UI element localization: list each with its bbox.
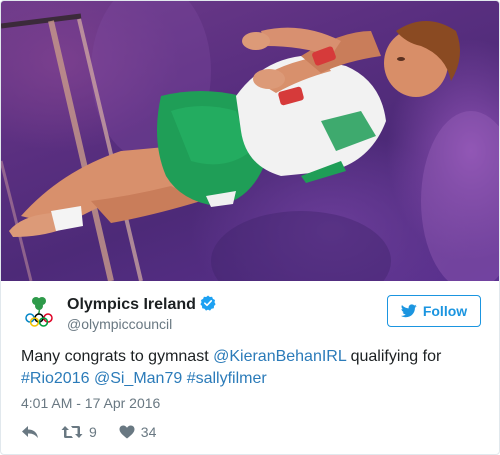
like-count: 34 bbox=[140, 424, 157, 440]
tweet-text: Many congrats to gymnast @KieranBehanIRL… bbox=[21, 346, 481, 390]
hashtag-link[interactable]: #Rio2016 bbox=[21, 370, 90, 387]
olympic-rings-shamrock-logo[interactable] bbox=[21, 293, 57, 329]
user-handle[interactable]: @olympiccouncil bbox=[67, 316, 172, 332]
hashtag-link-2[interactable]: #sallyfilmer bbox=[187, 370, 267, 387]
mention-link[interactable]: @KieranBehanIRL bbox=[213, 348, 346, 365]
twitter-bird-icon bbox=[400, 304, 417, 318]
mention-link-2[interactable]: @Si_Man79 bbox=[94, 370, 182, 387]
retweet-button[interactable]: 9 bbox=[61, 424, 97, 440]
reply-button[interactable] bbox=[21, 425, 39, 439]
like-button[interactable]: 34 bbox=[119, 424, 157, 440]
tweet-timestamp[interactable]: 4:01 AM - 17 Apr 2016 bbox=[21, 395, 160, 411]
retweet-count: 9 bbox=[89, 424, 97, 440]
tweet-text-start: Many congrats to gymnast bbox=[21, 348, 214, 365]
tweet-text-middle: qualifying for bbox=[346, 348, 442, 365]
tweet-card: Olympics Ireland @olympiccouncil Follow … bbox=[0, 0, 500, 455]
verified-badge-icon bbox=[200, 295, 216, 311]
heart-icon bbox=[119, 425, 135, 439]
reply-icon bbox=[22, 426, 38, 438]
follow-button-label: Follow bbox=[422, 303, 468, 319]
tweet-photo[interactable] bbox=[1, 1, 499, 281]
tweet-header: Olympics Ireland @olympiccouncil Follow bbox=[21, 293, 481, 333]
tweet-actions: 9 34 bbox=[21, 422, 178, 442]
follow-button[interactable]: Follow bbox=[387, 295, 481, 327]
user-name[interactable]: Olympics Ireland bbox=[67, 295, 216, 314]
retweet-icon bbox=[61, 426, 83, 438]
gymnast-illustration bbox=[1, 1, 499, 281]
user-display-name[interactable]: Olympics Ireland bbox=[67, 296, 196, 313]
